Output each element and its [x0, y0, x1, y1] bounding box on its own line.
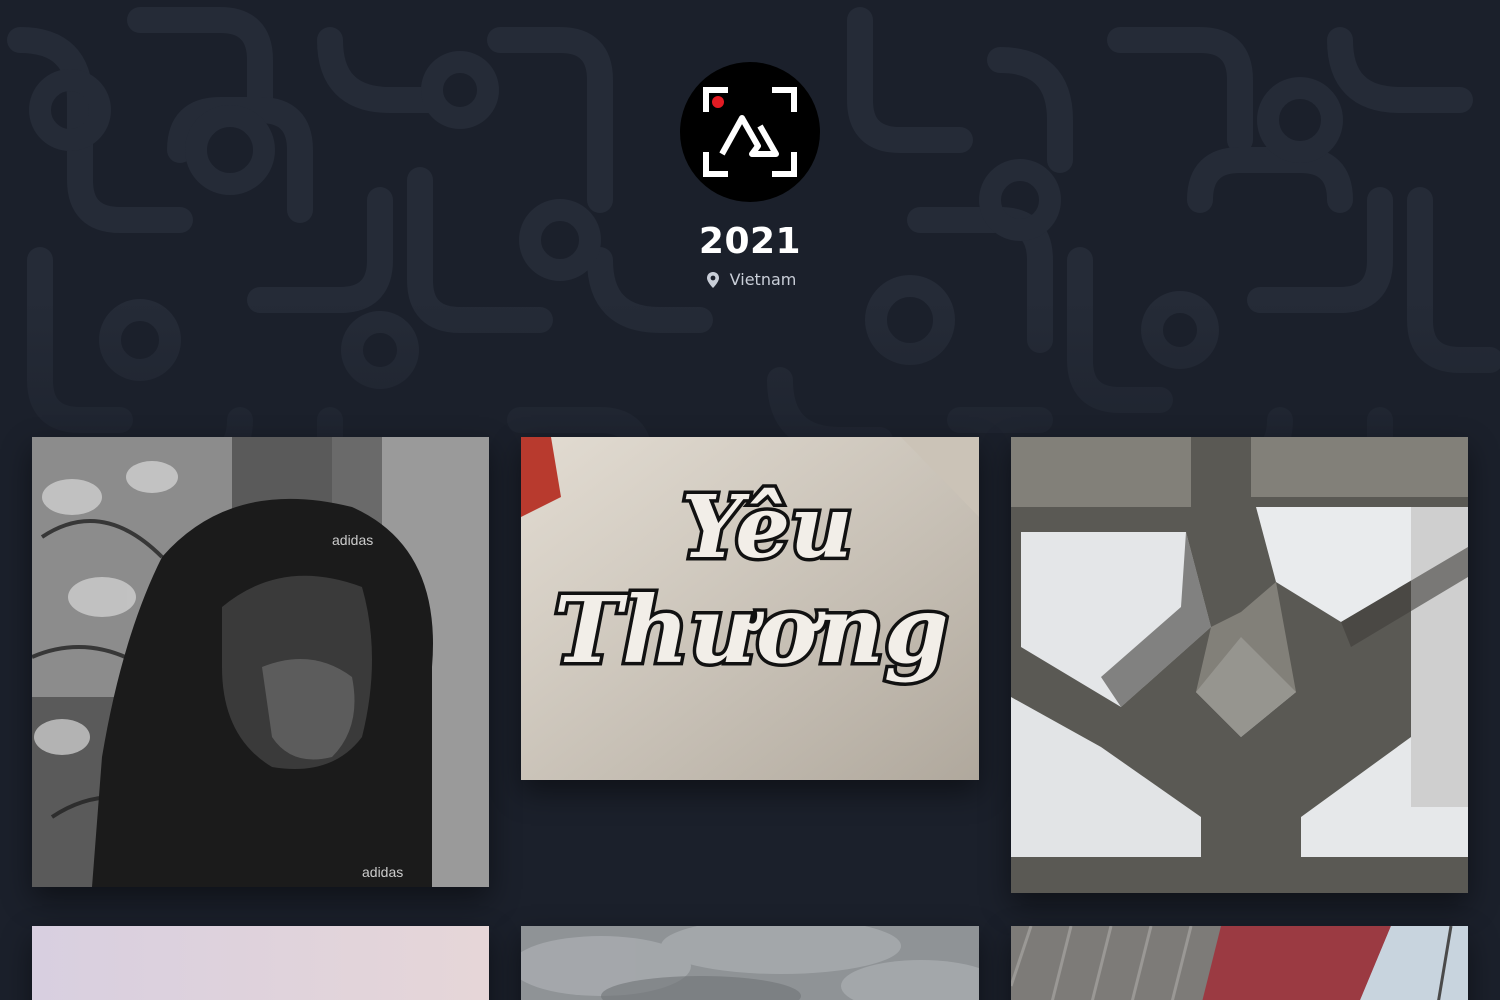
photo-card[interactable] [521, 926, 979, 1000]
photo-pale-sky [32, 926, 489, 1000]
location-label: Vietnam [729, 270, 797, 289]
photo-card[interactable]: adidas adidas [32, 437, 489, 887]
photo-cloudy-sky [521, 926, 979, 1000]
svg-text:adidas: adidas [332, 532, 373, 548]
map-pin-icon [706, 271, 719, 288]
photo-card[interactable] [1011, 926, 1468, 1000]
lettering-line-2: Thương [554, 576, 949, 684]
photo-card[interactable] [1011, 437, 1468, 893]
photo-red-roof [1011, 926, 1468, 1000]
photo-concrete-lattice [1011, 437, 1468, 893]
camera-frame-logo [703, 87, 797, 177]
profile-page: 2021 Vietnam adidas adidas Yêu Thương [0, 0, 1500, 1000]
profile-header: 2021 Vietnam [0, 62, 1500, 293]
photo-lettering-sign: Yêu Thương [521, 437, 979, 780]
photo-hooded-person: adidas adidas [32, 437, 489, 887]
photo-card[interactable] [32, 926, 489, 1000]
avatar[interactable] [680, 62, 820, 202]
photo-card[interactable]: Yêu Thương [521, 437, 979, 780]
lettering-line-1: Yêu [681, 477, 852, 578]
svg-text:adidas: adidas [362, 864, 403, 880]
page-title: 2021 [698, 221, 802, 262]
location: Vietnam [704, 270, 797, 289]
